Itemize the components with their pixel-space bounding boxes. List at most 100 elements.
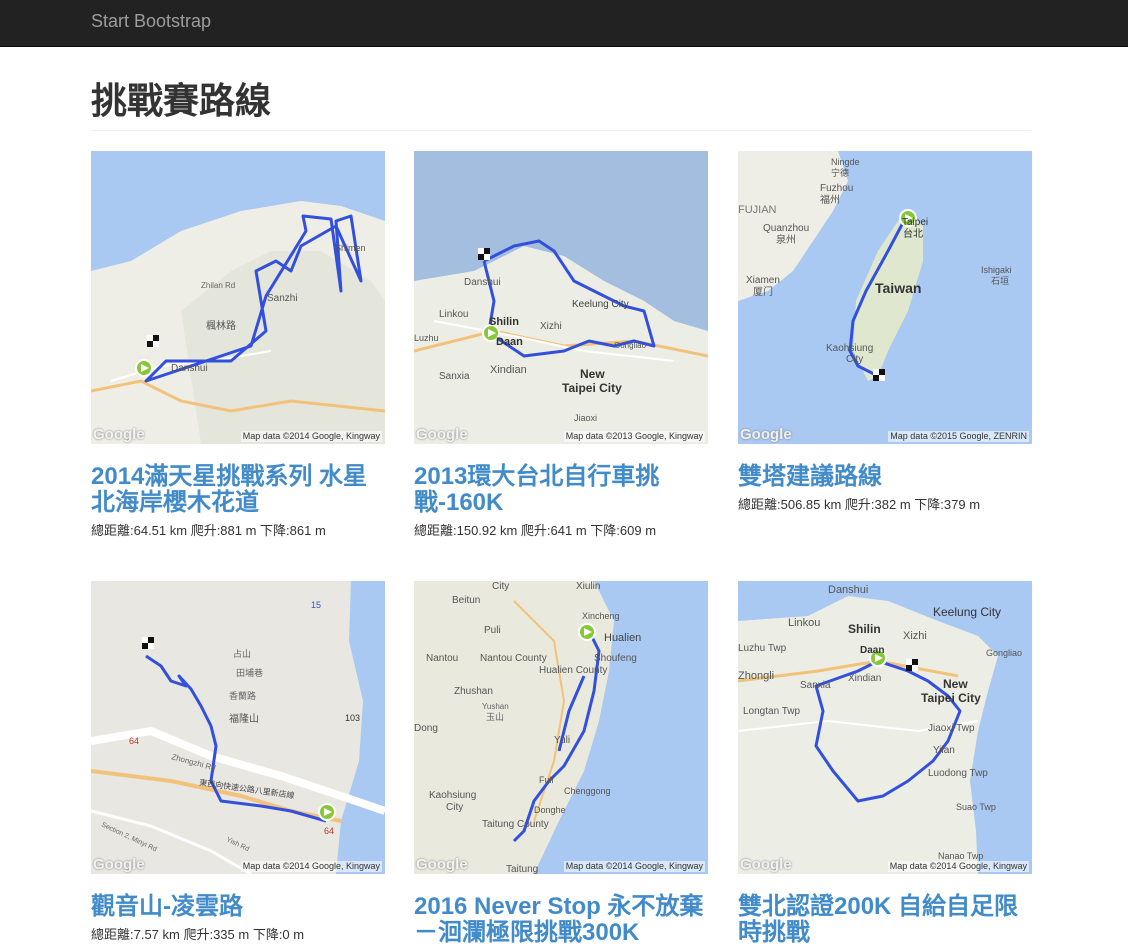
map-label: Kaohsiung bbox=[826, 343, 873, 354]
map-label: Xiamen bbox=[746, 275, 780, 286]
map-label: Jiaoxi Twp bbox=[928, 723, 975, 734]
map-label: Luzhu Twp bbox=[738, 643, 787, 654]
map-attribution: Map data ©2014 Google, Kingway bbox=[563, 861, 705, 872]
map-label: Ishigaki bbox=[981, 265, 1012, 275]
map-label: Keelung City bbox=[572, 299, 629, 310]
map-attribution: Map data ©2013 Google, Kingway bbox=[563, 431, 705, 442]
map-label: Hualien bbox=[604, 632, 641, 644]
map-label: Nantou County bbox=[480, 653, 547, 664]
map-label: Shimen bbox=[335, 243, 366, 253]
map-label: 厦门 bbox=[753, 285, 773, 298]
map-label: Yuli bbox=[554, 735, 570, 746]
map-label: Shilin bbox=[848, 622, 881, 636]
route-map-thumbnail[interactable]: Ningde 宁德 Fuzhou 福州 FUJIAN Quanzhou 泉州 X… bbox=[738, 151, 1032, 444]
route-map-thumbnail[interactable]: City Xiulin Beitun Puli Xincheng Hualien… bbox=[414, 581, 708, 874]
map-attribution: Map data ©2015 Google, ZENRIN bbox=[888, 431, 1029, 442]
map-label: Quanzhou bbox=[763, 223, 809, 234]
map-label: New bbox=[580, 367, 605, 381]
map-label: 64 bbox=[129, 736, 139, 746]
map-label: Hualien County bbox=[539, 665, 607, 676]
route-title[interactable]: 雙塔建議路線 bbox=[738, 464, 1032, 490]
map-label: Gongliao bbox=[614, 341, 647, 350]
google-logo: Google bbox=[416, 426, 468, 443]
map-label: Ningde bbox=[831, 157, 860, 167]
route-card: Danshui Linkou Shilin Daan Xizhi Keelung… bbox=[414, 151, 708, 540]
map-label: Jiaoxi bbox=[574, 413, 597, 423]
map-label: Yilan bbox=[933, 745, 955, 756]
map-label: 玉山 bbox=[486, 712, 504, 722]
route-stats: 總距離:150.92 km 爬升:641 m 下降:609 m bbox=[414, 523, 657, 538]
map-label: 楓林路 bbox=[206, 319, 236, 332]
map-label: Danshui bbox=[828, 584, 868, 596]
map-label: Daan bbox=[860, 645, 884, 656]
map-label: Suao Twp bbox=[956, 802, 996, 812]
map-label: Taiwan bbox=[875, 280, 921, 296]
map-image: Shimen Sanzhi 楓林路 Danshui Zhilan Rd bbox=[91, 151, 385, 444]
map-label: Taipei City bbox=[562, 381, 622, 395]
map-label: Sanxia bbox=[439, 371, 470, 382]
route-card: 占山 田埔巷 香蘭路 福隆山 Zhongzhi Rd 東西向快速公路八里新店線 … bbox=[91, 581, 385, 944]
map-label: Keelung City bbox=[933, 605, 1001, 619]
google-logo: Google bbox=[416, 856, 468, 873]
map-label: Nantou bbox=[426, 653, 458, 664]
map-label: 台北 bbox=[903, 227, 923, 240]
map-label: Kaohsiung bbox=[429, 790, 476, 801]
map-label: Zhushan bbox=[454, 686, 493, 697]
map-attribution: Map data ©2014 Google, Kingway bbox=[887, 861, 1029, 872]
map-image: Danshui Keelung City Linkou Shilin Xizhi… bbox=[738, 581, 1032, 874]
route-title[interactable]: 2013環大台北自行車挑戰-160K bbox=[414, 464, 708, 516]
map-label: Xincheng bbox=[582, 611, 620, 621]
map-image: Ningde 宁德 Fuzhou 福州 FUJIAN Quanzhou 泉州 X… bbox=[738, 151, 1032, 444]
map-label: Longtan Twp bbox=[743, 706, 801, 717]
route-map-thumbnail[interactable]: Shimen Sanzhi 楓林路 Danshui Zhilan Rd Goog… bbox=[91, 151, 385, 444]
map-label: Sanzhi bbox=[267, 293, 298, 304]
map-label: 福隆山 bbox=[229, 712, 259, 725]
map-attribution: Map data ©2014 Google, Kingway bbox=[240, 431, 382, 442]
route-card: City Xiulin Beitun Puli Xincheng Hualien… bbox=[414, 581, 708, 952]
route-title[interactable]: 2016 Never Stop 永不放棄－洄瀾極限挑戰300K bbox=[414, 894, 708, 946]
map-label: Xindian bbox=[490, 364, 527, 376]
map-label: New bbox=[943, 677, 968, 691]
map-label: Luzhu bbox=[414, 333, 439, 343]
route-stats: 總距離:506.85 km 爬升:382 m 下降:379 m bbox=[738, 497, 981, 512]
map-label: City bbox=[846, 354, 863, 365]
map-label: Danshui bbox=[171, 363, 208, 374]
map-label: Danshui bbox=[464, 277, 501, 288]
map-label: 宁德 bbox=[831, 167, 849, 178]
map-label: 香蘭路 bbox=[229, 690, 256, 701]
route-stats: 總距離:64.51 km 爬升:881 m 下降:861 m bbox=[91, 523, 326, 538]
route-title[interactable]: 雙北認證200K 自給自足限時挑戰 bbox=[738, 894, 1032, 946]
map-label: 石垣 bbox=[991, 276, 1009, 286]
map-label: Chenggong bbox=[564, 786, 611, 796]
map-image: Danshui Linkou Shilin Daan Xizhi Keelung… bbox=[414, 151, 708, 444]
map-label: Daan bbox=[496, 336, 523, 348]
map-label: Dong bbox=[414, 723, 438, 734]
map-label: Donghe bbox=[534, 805, 566, 815]
map-label: 占山 bbox=[233, 648, 251, 659]
route-title[interactable]: 觀音山-凌雲路 bbox=[91, 894, 385, 920]
map-label: Shoufeng bbox=[594, 653, 637, 664]
google-logo: Google bbox=[93, 856, 145, 873]
map-label: Luodong Twp bbox=[928, 768, 988, 779]
map-label: Puli bbox=[484, 625, 501, 636]
route-map-thumbnail[interactable]: Danshui Linkou Shilin Daan Xizhi Keelung… bbox=[414, 151, 708, 444]
map-label: 103 bbox=[345, 713, 360, 723]
map-label: Zhilan Rd bbox=[201, 281, 235, 290]
map-label: Zhongli bbox=[738, 670, 774, 682]
route-title[interactable]: 2014滿天星挑戰系列 水星北海岸櫻木花道 bbox=[91, 464, 385, 516]
map-label: 64 bbox=[324, 826, 334, 836]
map-label: Taitung County bbox=[482, 819, 549, 830]
map-label: Linkou bbox=[439, 309, 468, 320]
map-label: Fuzhou bbox=[820, 183, 853, 194]
map-image: City Xiulin Beitun Puli Xincheng Hualien… bbox=[414, 581, 708, 874]
route-map-thumbnail[interactable]: 占山 田埔巷 香蘭路 福隆山 Zhongzhi Rd 東西向快速公路八里新店線 … bbox=[91, 581, 385, 874]
map-label: 15 bbox=[311, 600, 321, 610]
navbar-brand[interactable]: Start Bootstrap bbox=[91, 11, 211, 31]
route-map-thumbnail[interactable]: Danshui Keelung City Linkou Shilin Xizhi… bbox=[738, 581, 1032, 874]
map-label: 泉州 bbox=[776, 233, 796, 246]
page-title: 挑戰賽路線 bbox=[91, 80, 272, 121]
map-label: 福州 bbox=[820, 193, 840, 206]
map-label: Xiulin bbox=[576, 581, 600, 592]
route-card: Shimen Sanzhi 楓林路 Danshui Zhilan Rd Goog… bbox=[91, 151, 385, 540]
map-label: FUJIAN bbox=[738, 204, 777, 216]
